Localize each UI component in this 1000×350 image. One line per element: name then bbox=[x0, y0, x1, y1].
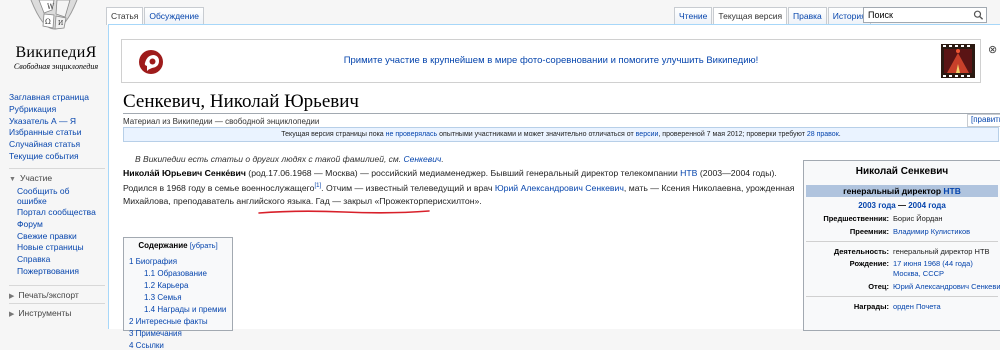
svg-text:И: И bbox=[58, 20, 63, 27]
toc-title: Содержание [убрать] bbox=[138, 241, 218, 250]
wikipedia-globe-icon: W Ω И bbox=[30, 0, 78, 30]
svg-text:Ω: Ω bbox=[45, 18, 51, 26]
wikipedia-logo[interactable]: W Ω И ВикипедиЯ Свободная энциклопедия bbox=[0, 0, 112, 82]
sidebar-item-recent-changes[interactable]: Свежие правки bbox=[17, 231, 117, 243]
svg-text:W: W bbox=[47, 3, 55, 11]
year-end-link[interactable]: 2004 года bbox=[908, 201, 946, 210]
birth-date-link[interactable]: 17 июня 1968 (44 года) bbox=[893, 259, 973, 268]
red-underline-mark bbox=[258, 210, 430, 214]
sidebar-item-donate[interactable]: Пожертвования bbox=[17, 266, 117, 278]
infobox-years: 2003 года — 2004 года bbox=[858, 201, 946, 210]
site-subtitle: Материал из Википедии — свободной энцикл… bbox=[123, 117, 320, 126]
ntv-link[interactable]: НТВ bbox=[680, 168, 697, 178]
infobox-role: генеральный директор НТВ bbox=[806, 185, 998, 197]
search-box bbox=[863, 7, 987, 23]
toc-item[interactable]: 1.3 Семья bbox=[144, 293, 182, 302]
banner-text[interactable]: Примите участие в крупнейшем в мире фото… bbox=[122, 55, 980, 66]
year-start-link[interactable]: 2003 года bbox=[858, 201, 896, 210]
search-icon[interactable] bbox=[973, 10, 984, 20]
infobox-ntv-link[interactable]: НТВ bbox=[943, 186, 960, 196]
infobox: Николай Сенкевич генеральный директор НТ… bbox=[803, 160, 1000, 331]
logo-title: ВикипедиЯ bbox=[15, 44, 97, 61]
tab-current-version[interactable]: Текущая версия bbox=[713, 7, 788, 25]
sidebar-item-current-events[interactable]: Текущие события bbox=[9, 151, 109, 163]
print-export-heading[interactable]: ▶ Печать/экспорт bbox=[9, 290, 79, 300]
sidebar-item-main-page[interactable]: Заглавная страница bbox=[9, 92, 109, 104]
expand-triangle-icon: ▶ bbox=[9, 293, 15, 300]
expand-triangle-icon: ▶ bbox=[9, 311, 15, 318]
sidebar-item-forum[interactable]: Форум bbox=[17, 219, 117, 231]
father-infobox-link[interactable]: Юрий Александрович Сенкевич bbox=[893, 282, 1000, 291]
photo-contest-banner[interactable]: Примите участие в крупнейшем в мире фото… bbox=[121, 39, 981, 83]
not-checked-link[interactable]: не проверялась bbox=[386, 131, 438, 138]
occupation-value: генеральный директор НТВ bbox=[893, 247, 990, 256]
lead-paragraph: Никола́й Юрьевич Сенке́вич (род.17.06.19… bbox=[123, 168, 795, 206]
view-tabs: Чтение Текущая версия Правка История bbox=[674, 7, 872, 25]
page-title: Сенкевич, Николай Юрьевич bbox=[123, 91, 359, 112]
toc-item[interactable]: 2 Интересные факты bbox=[129, 317, 208, 326]
person-name: Никола́й Юрьевич Сенке́вич bbox=[123, 168, 246, 178]
infobox-title: Николай Сенкевич bbox=[855, 166, 949, 177]
tab-edit[interactable]: Правка bbox=[788, 7, 827, 25]
toc-hide-link[interactable]: [убрать] bbox=[190, 241, 218, 250]
toc-item[interactable]: 1.1 Образование bbox=[144, 269, 207, 278]
namespace-tabs: Статья Обсуждение bbox=[106, 7, 205, 25]
sidebar-item-help[interactable]: Справка bbox=[17, 254, 117, 266]
film-photo-icon bbox=[941, 44, 975, 78]
search-input[interactable] bbox=[864, 8, 968, 22]
pending-edits-link[interactable]: 28 правок bbox=[807, 131, 839, 138]
toc-item[interactable]: 4 Ссылки bbox=[129, 341, 164, 350]
awards-link[interactable]: орден Почета bbox=[893, 302, 941, 311]
birth-place-link[interactable]: Москва, СССР bbox=[893, 269, 944, 278]
father-link[interactable]: Юрий Александрович Сенкевич bbox=[495, 183, 624, 193]
tab-read[interactable]: Чтение bbox=[674, 7, 713, 25]
content-area: Примите участие в крупнейшем в мире фото… bbox=[108, 24, 1000, 350]
sidebar-item-categories[interactable]: Рубрикация bbox=[9, 104, 109, 116]
tab-talk[interactable]: Обсуждение bbox=[144, 7, 204, 25]
sidebar-divider bbox=[9, 168, 105, 169]
toc-item[interactable]: 1 Биография bbox=[129, 257, 177, 266]
sidebar-item-new-pages[interactable]: Новые страницы bbox=[17, 242, 117, 254]
hatnote: В Википедии есть статьи о других людях с… bbox=[135, 154, 444, 164]
logo-subtitle: Свободная энциклопедия bbox=[13, 62, 99, 71]
surname-disambiguation-link[interactable]: Сенкевич bbox=[403, 154, 441, 164]
tools-heading[interactable]: ▶ Инструменты bbox=[9, 308, 71, 318]
predecessor-value: Борис Йордан bbox=[893, 214, 943, 223]
tab-article[interactable]: Статья bbox=[106, 7, 144, 25]
title-underline bbox=[123, 113, 1000, 114]
infobox-divider bbox=[806, 296, 998, 297]
review-notice: Текущая версия страницы пока не проверял… bbox=[123, 127, 999, 142]
participation-heading[interactable]: ▼ Участие bbox=[9, 173, 52, 183]
sidebar-divider bbox=[9, 285, 105, 286]
collapse-triangle-icon: ▼ bbox=[9, 176, 16, 183]
toc-item[interactable]: 3 Примечания bbox=[129, 329, 182, 338]
sidebar-item-index[interactable]: Указатель А — Я bbox=[9, 116, 109, 128]
toc-item[interactable]: 1.2 Карьера bbox=[144, 281, 188, 290]
sidebar-divider bbox=[9, 303, 105, 304]
sidebar-item-community-portal[interactable]: Портал сообщества bbox=[17, 207, 117, 219]
toc-item[interactable]: 1.4 Награды и премии bbox=[144, 305, 226, 314]
successor-link[interactable]: Владимир Кулистиков bbox=[893, 227, 970, 236]
sidebar-item-report-error[interactable]: Сообщить об ошибке bbox=[17, 186, 87, 206]
table-of-contents: Содержание [убрать] 1 Биография 1.1 Обра… bbox=[123, 237, 233, 350]
close-banner-icon[interactable]: ⊗ bbox=[988, 43, 997, 56]
underlined-sentence: Гад — закрыл «Прожекторперисхилтон». bbox=[315, 195, 482, 206]
sidebar-navigation: Заглавная страница Рубрикация Указатель … bbox=[9, 92, 109, 163]
edit-link[interactable]: [править bbox=[971, 115, 1000, 124]
infobox-divider bbox=[806, 241, 998, 242]
version-link[interactable]: версии bbox=[636, 131, 659, 138]
sidebar-item-featured[interactable]: Избранные статьи bbox=[9, 127, 109, 139]
sidebar-item-random[interactable]: Случайная статья bbox=[9, 139, 109, 151]
sidebar-participation: Сообщить об ошибке Портал сообщества Фор… bbox=[17, 186, 117, 278]
